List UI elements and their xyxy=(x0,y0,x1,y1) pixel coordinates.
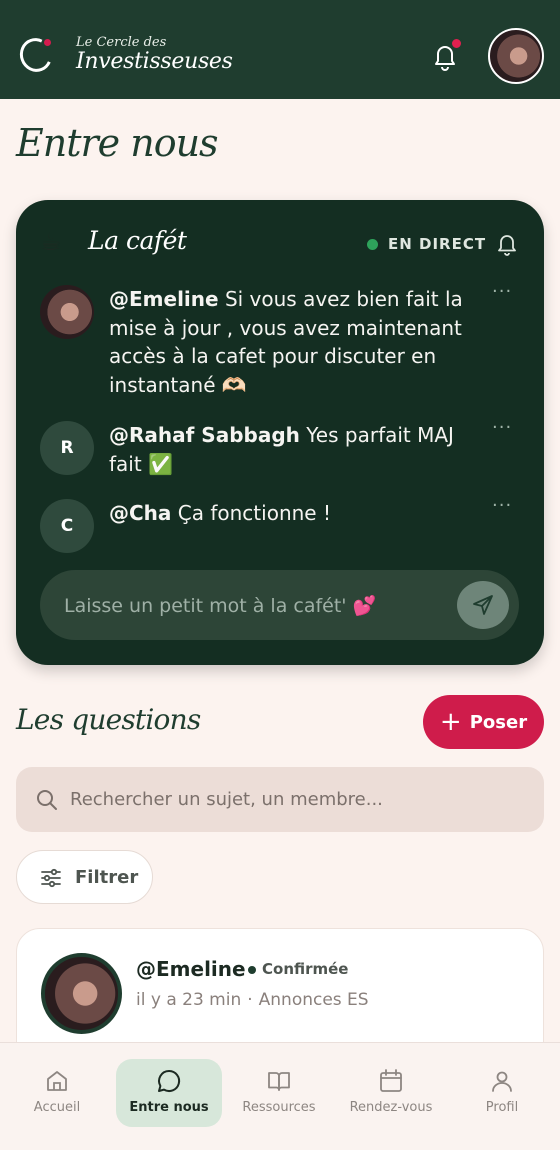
post-time: il y a 23 min xyxy=(136,990,242,1010)
brand-name: Investisseuses xyxy=(76,49,233,74)
search-icon xyxy=(37,790,57,810)
more-options-icon[interactable]: ··· xyxy=(492,283,516,301)
nav-item-rendez-vous[interactable]: Rendez-vous xyxy=(340,1043,442,1150)
logo-dot xyxy=(44,39,51,46)
post-author[interactable]: @Emeline xyxy=(136,957,246,981)
ask-question-button[interactable]: + Poser xyxy=(423,695,544,749)
filter-button[interactable]: Filtrer xyxy=(16,850,153,904)
message-author[interactable]: @Emeline xyxy=(109,287,219,311)
nav-item-profil[interactable]: Profil xyxy=(462,1043,542,1150)
input-placeholder: Laisse un petit mot à la cafét' 💕 xyxy=(64,595,377,617)
message-avatar[interactable] xyxy=(40,285,94,339)
message-text: @Cha Ça fonctionne ! xyxy=(109,499,489,528)
cafet-title: La cafét xyxy=(88,226,187,255)
cafet-card: ☕ La cafét EN DIRECT @Emeline Si vous av… xyxy=(16,200,544,665)
nav-item-accueil[interactable]: Accueil xyxy=(7,1043,107,1150)
filter-label: Filtrer xyxy=(75,867,139,888)
message-author[interactable]: @Cha xyxy=(109,501,171,525)
search-input[interactable]: Rechercher un sujet, un membre... xyxy=(16,767,544,832)
nav-item-entre-nous[interactable]: Entre nous xyxy=(116,1043,222,1150)
live-label: EN DIRECT xyxy=(388,235,487,253)
book-icon xyxy=(268,1072,290,1091)
meta-separator: · xyxy=(247,990,253,1010)
app-header: Le Cercle des Investisseuses xyxy=(0,0,560,99)
message-avatar-initial[interactable]: R xyxy=(40,421,94,475)
search-placeholder: Rechercher un sujet, un membre... xyxy=(70,789,383,810)
status-dot xyxy=(248,966,256,974)
more-options-icon[interactable]: ··· xyxy=(492,419,516,437)
nav-label: Ressources xyxy=(242,1100,316,1115)
post-category[interactable]: Annonces ES xyxy=(259,990,369,1010)
post-author-avatar[interactable] xyxy=(41,953,122,1034)
message-avatar-initial[interactable]: C xyxy=(40,499,94,553)
nav-label: Accueil xyxy=(33,1100,81,1115)
brand-name-small: Le Cercle des xyxy=(76,35,167,50)
nav-label: Profil xyxy=(485,1100,519,1115)
nav-label: Rendez-vous xyxy=(349,1100,433,1115)
status-badge: Confirmée xyxy=(262,960,349,978)
calendar-icon xyxy=(380,1069,402,1092)
sliders-icon xyxy=(41,868,61,888)
chat-icon xyxy=(158,1069,181,1092)
user-avatar[interactable] xyxy=(488,28,544,84)
message-text: @Emeline Si vous avez bien fait la mise … xyxy=(109,285,489,399)
notification-badge xyxy=(450,37,463,50)
nav-label: Entre nous xyxy=(129,1100,209,1115)
message-text: @Rahaf Sabbagh Yes parfait MAJ fait ✅ xyxy=(109,421,489,478)
message-body: Ça fonctionne ! xyxy=(171,501,331,525)
page-title: Entre nous xyxy=(16,121,219,165)
message-author[interactable]: @Rahaf Sabbagh xyxy=(109,423,300,447)
coffee-icon: ☕ xyxy=(40,228,62,256)
user-icon xyxy=(492,1071,512,1092)
section-title-questions: Les questions xyxy=(16,703,201,736)
post-meta: il y a 23 min · Annonces ES xyxy=(136,990,369,1010)
plus-icon: + xyxy=(439,707,462,737)
cafet-bell-icon[interactable] xyxy=(496,232,518,256)
home-icon xyxy=(47,1071,67,1091)
more-options-icon[interactable]: ··· xyxy=(492,497,516,515)
live-indicator xyxy=(367,239,378,250)
cafet-message-input[interactable]: Laisse un petit mot à la cafét' 💕 xyxy=(40,570,519,640)
send-icon xyxy=(473,595,493,615)
send-button[interactable] xyxy=(457,581,509,629)
ask-button-label: Poser xyxy=(469,711,528,733)
nav-item-ressources[interactable]: Ressources xyxy=(229,1043,329,1150)
bottom-nav: Accueil Entre nous Ressources Rendez-vou… xyxy=(0,1042,560,1150)
